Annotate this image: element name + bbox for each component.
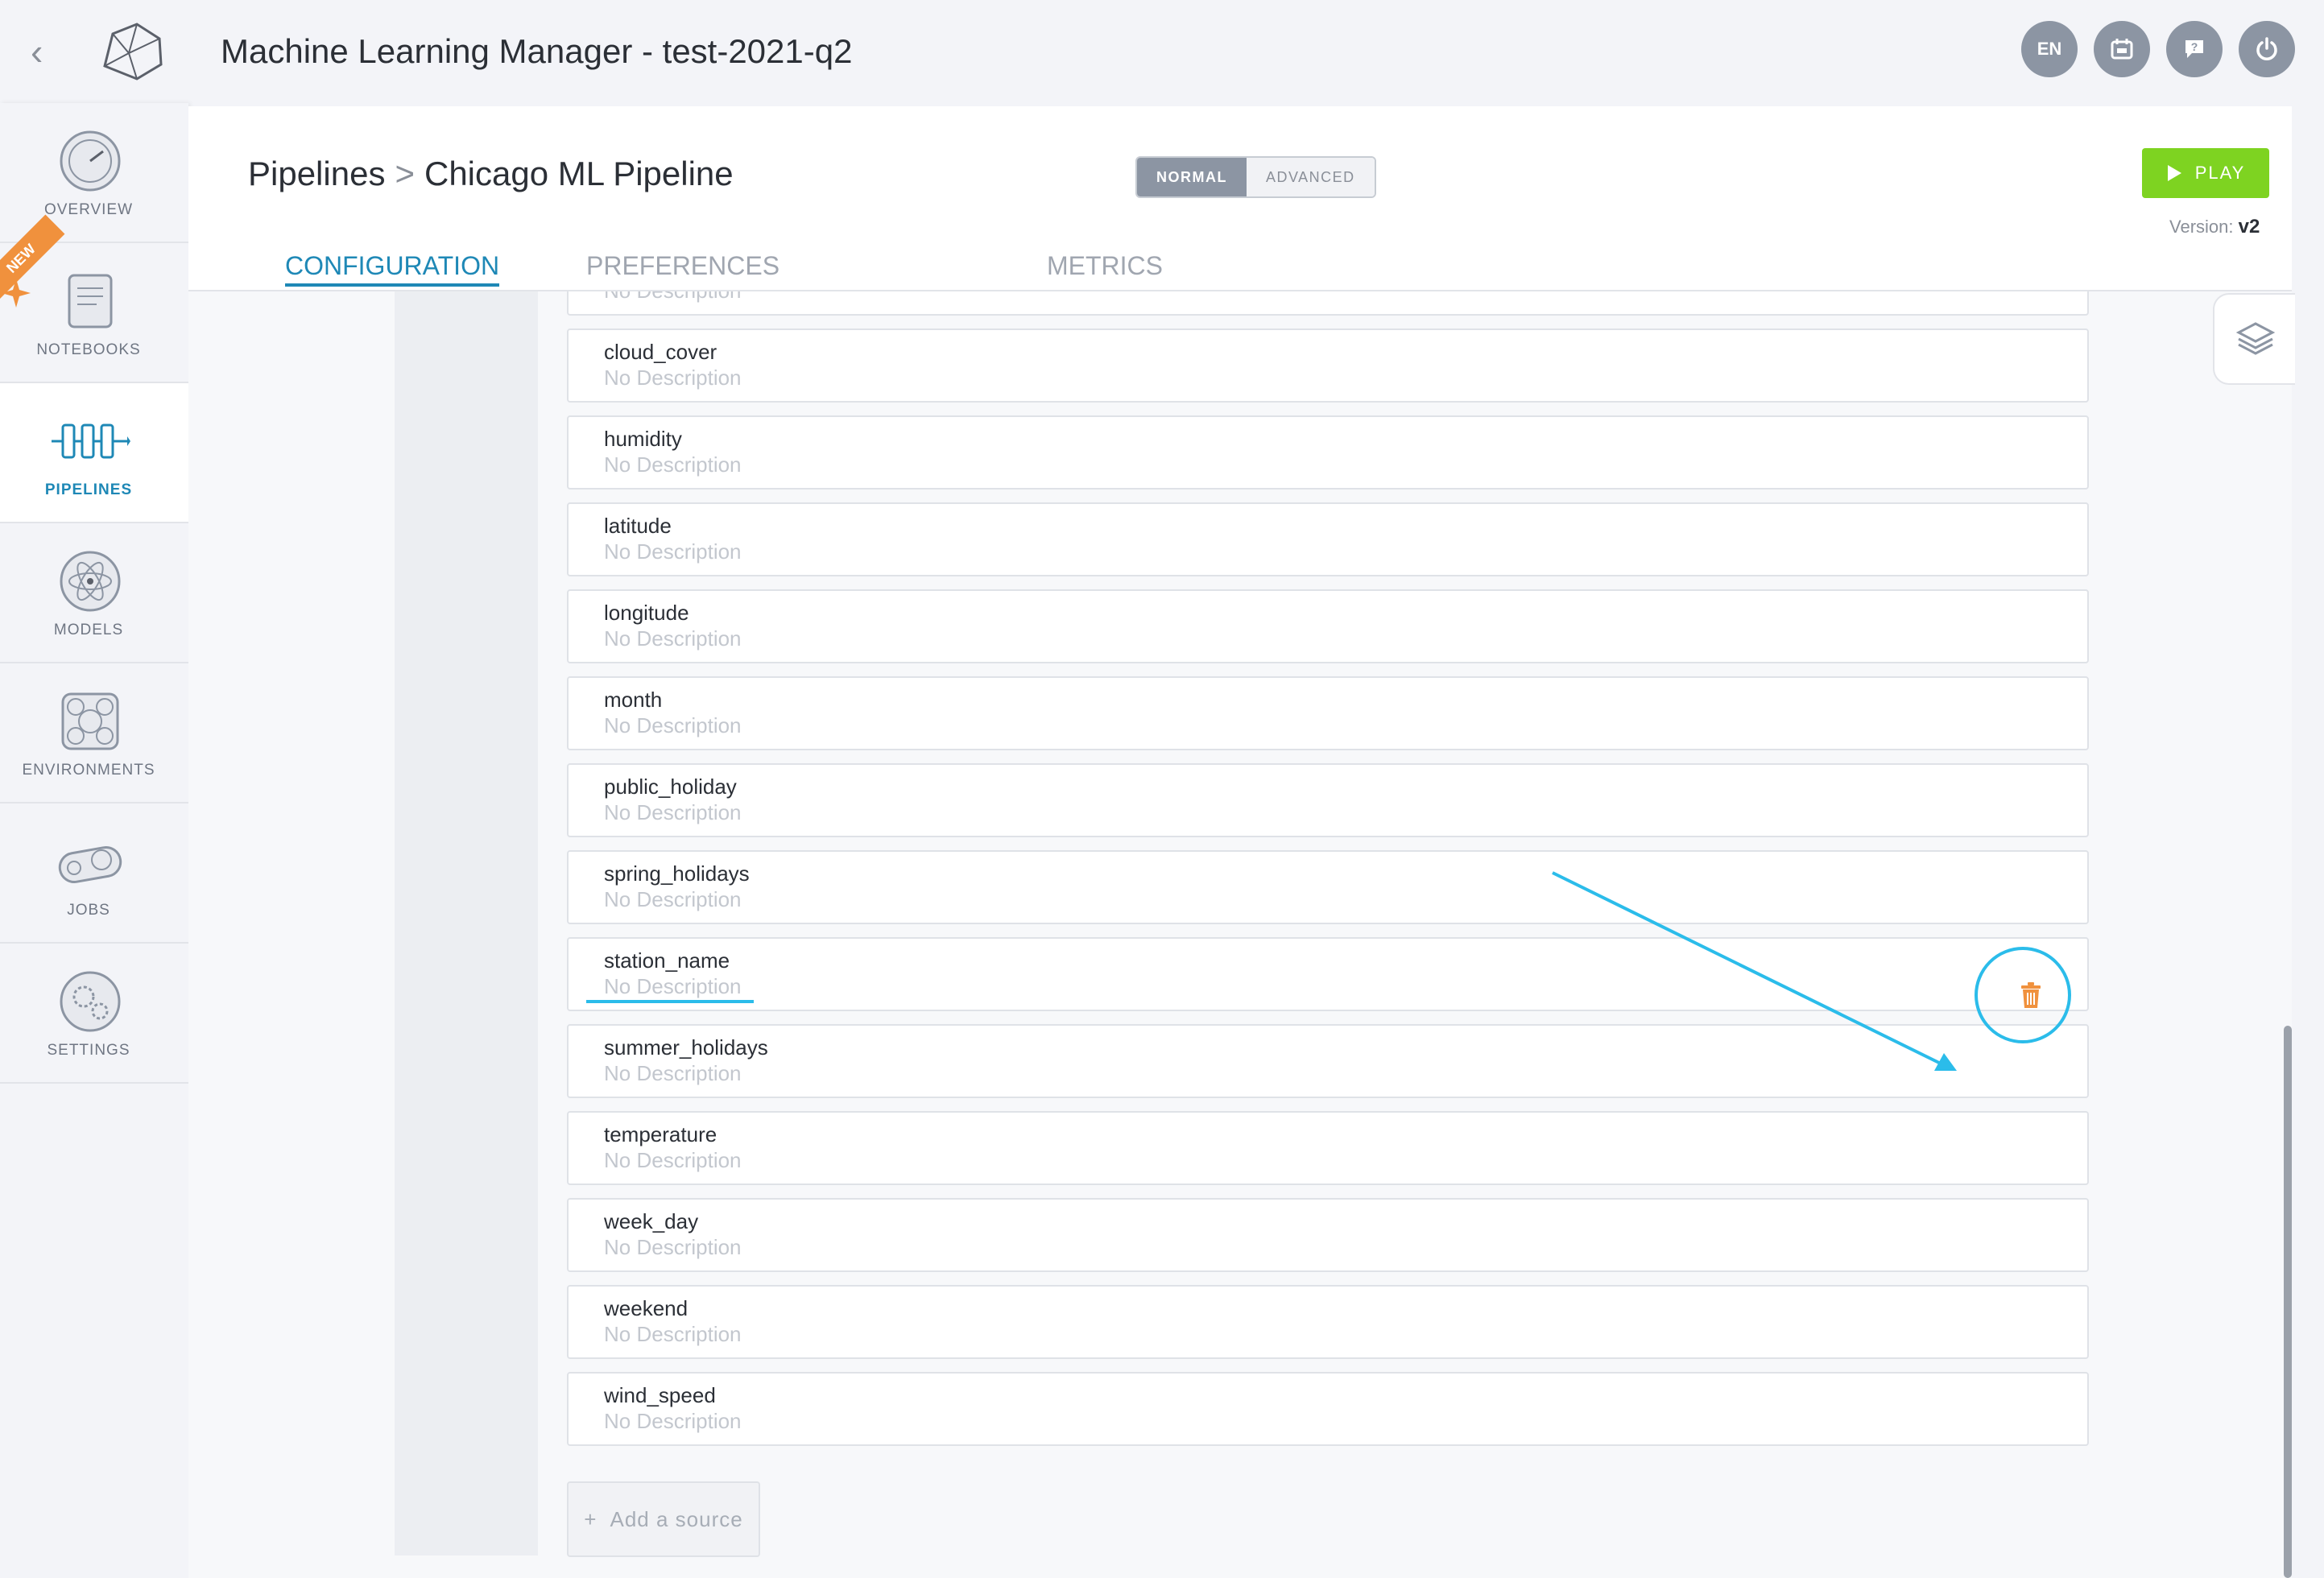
tutorial-annotation [586, 871, 2071, 1071]
notebook-icon [68, 274, 113, 328]
sidebar: OVERVIEW NOTEBOOKS PIPELINES MODELS ENVI… [0, 103, 193, 1084]
calendar-button[interactable] [2094, 21, 2150, 77]
tab-metrics[interactable]: METRICS [1047, 248, 1163, 283]
power-button[interactable] [2239, 21, 2295, 77]
pipeline-icon [52, 423, 130, 459]
sidebar-item-models[interactable]: MODELS [0, 523, 188, 663]
back-chevron-icon[interactable]: ‹ [31, 32, 63, 71]
help-button[interactable]: ? [2166, 21, 2223, 77]
sidebar-item-label: NOTEBOOKS [36, 341, 141, 358]
breadcrumb-root[interactable]: Pipelines [248, 155, 385, 192]
language-button[interactable]: EN [2021, 21, 2078, 77]
environment-icon [61, 692, 119, 750]
play-label: PLAY [2194, 163, 2246, 183]
sidebar-item-label: OVERVIEW [43, 201, 134, 218]
jobs-icon [58, 846, 122, 883]
sidebar-item-settings[interactable]: SETTINGS [0, 944, 188, 1084]
app-logo [103, 23, 163, 81]
sidebar-item-pipelines[interactable]: PIPELINES [0, 383, 193, 523]
sidebar-item-environments[interactable]: ENVIRONMENTS [0, 663, 188, 803]
version-label: Version: [2169, 217, 2234, 237]
main-panel: Pipelines > Chicago ML Pipeline NORMAL ADV… [188, 106, 2295, 1578]
sidebar-item-label: MODELS [53, 622, 124, 638]
power-icon [2256, 37, 2277, 60]
sidebar-item-label: ENVIRONMENTS [22, 762, 155, 779]
mode-toggle: NORMAL ADVANCED [1135, 156, 1376, 198]
configuration-content: christmas_holidays No Description cloud_… [188, 291, 2292, 1578]
sparkle-icon [2, 279, 31, 308]
sidebar-item-label: JOBS [67, 902, 110, 919]
sidebar-item-label: PIPELINES [44, 481, 133, 498]
language-label: EN [2037, 39, 2062, 59]
top-bar: ‹ Machine Learning Manager - test-2021-q… [0, 0, 2324, 103]
sidebar-item-label: SETTINGS [47, 1042, 130, 1059]
layers-icon [2235, 322, 2276, 355]
breadcrumb: Pipelines > Chicago ML Pipeline [248, 150, 734, 198]
svg-text:?: ? [2191, 40, 2198, 53]
breadcrumb-current: Chicago ML Pipeline [424, 155, 734, 192]
version-value: v2 [2238, 216, 2260, 238]
app-title: Machine Learning Manager - test-2021-q2 [221, 32, 853, 70]
tab-configuration[interactable]: CONFIGURATION [285, 248, 500, 287]
mode-normal-button[interactable]: NORMAL [1137, 158, 1247, 196]
gauge-icon [60, 130, 121, 192]
play-icon [2167, 165, 2181, 181]
breadcrumb-separator: > [395, 155, 415, 192]
version-info: Version: v2 [2169, 216, 2290, 238]
help-chat-icon: ? [2185, 40, 2203, 58]
scrollbar[interactable] [2284, 1026, 2292, 1578]
gears-icon [60, 971, 121, 1032]
sidebar-item-overview[interactable]: OVERVIEW [0, 103, 188, 243]
sidebar-item-jobs[interactable]: JOBS [0, 803, 188, 944]
calendar-icon [2111, 39, 2133, 60]
play-button[interactable]: PLAY [2142, 148, 2269, 198]
tab-preferences[interactable]: PREFERENCES [586, 248, 779, 283]
atom-icon [60, 551, 121, 612]
mode-advanced-button[interactable]: ADVANCED [1247, 158, 1375, 196]
layers-button[interactable] [2213, 293, 2295, 385]
